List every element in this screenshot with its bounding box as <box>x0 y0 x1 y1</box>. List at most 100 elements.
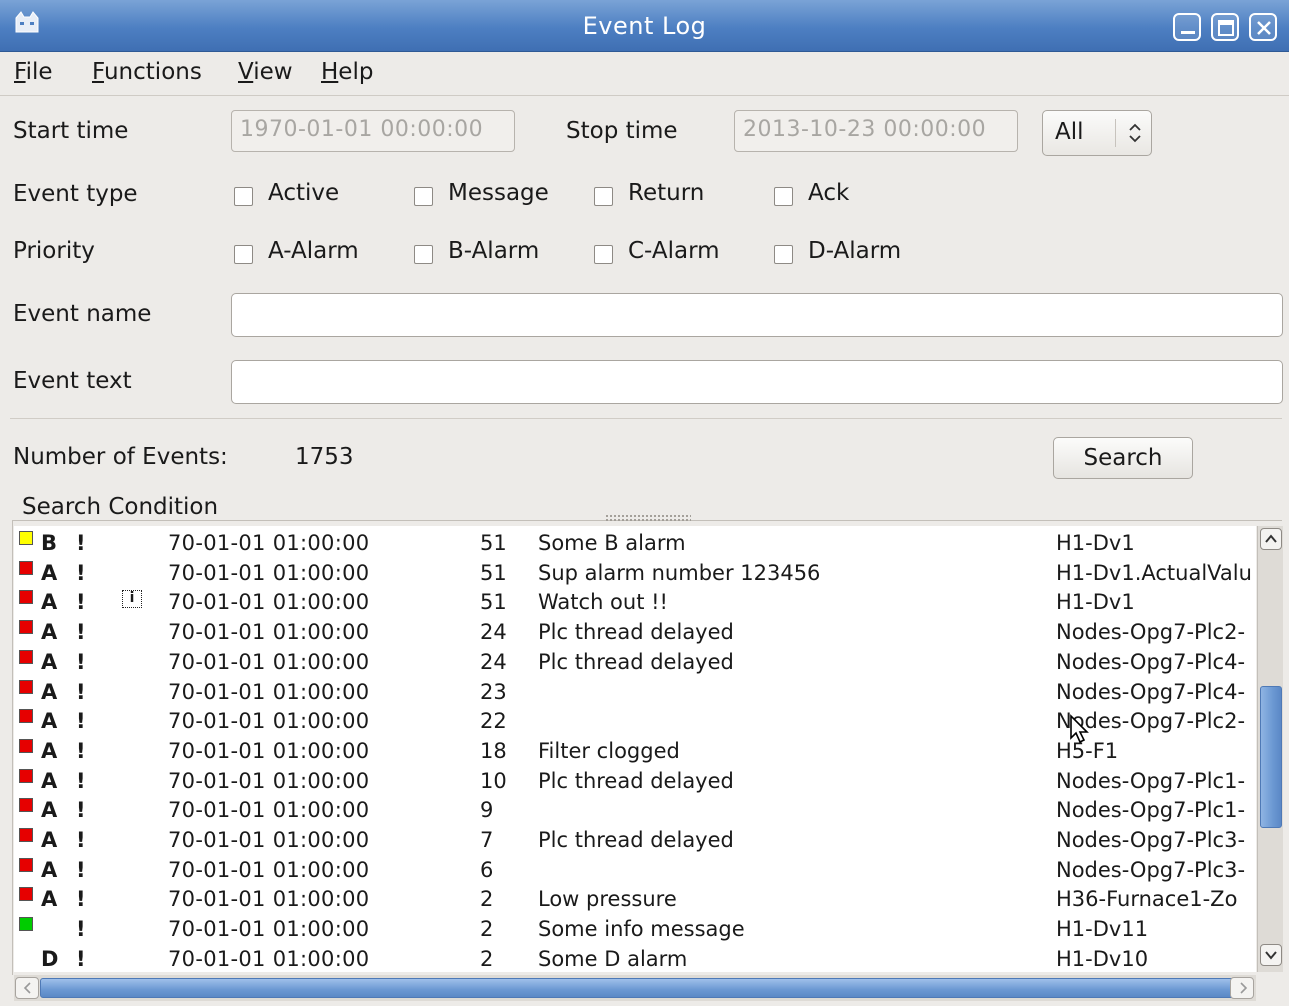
priority-color-square <box>19 857 33 872</box>
menu-functions[interactable]: Functions <box>92 59 202 85</box>
checkbox-box[interactable] <box>594 187 613 206</box>
scroll-down-button[interactable] <box>1260 944 1282 966</box>
event-name: Nodes-Opg7-Plc4- <box>1056 649 1246 674</box>
event-row[interactable]: A! 70-01-01 01:00:00 51 Watch out !! H1-Dv1 i <box>14 587 1256 617</box>
event-number: 24 <box>480 620 507 645</box>
event-number: 2 <box>480 917 494 942</box>
menu-file-mnemonic: F <box>14 59 26 85</box>
checkbox-box[interactable] <box>774 245 793 264</box>
event-time: 70-01-01 01:00:00 <box>168 828 370 852</box>
priority-letter: A <box>41 857 58 882</box>
checkbox-box[interactable] <box>774 187 793 206</box>
checkbox-box[interactable] <box>414 245 433 264</box>
priority-color-square <box>19 887 33 902</box>
event-row[interactable]: A! 70-01-01 01:00:00 10 Plc thread delayed N… <box>14 766 1256 796</box>
priority-color-square <box>19 738 33 753</box>
priority-color-square <box>19 590 33 605</box>
menu-view[interactable]: View <box>238 59 293 85</box>
menu-functions-label: unctions <box>103 59 202 85</box>
event-row[interactable]: A! 70-01-01 01:00:00 2 Low pressure H36-Furn… <box>14 884 1256 914</box>
event-text: Plc thread delayed <box>538 828 734 852</box>
horizontal-scroll-thumb[interactable] <box>40 978 1238 998</box>
event-name: H1-Dv10 <box>1056 946 1149 971</box>
title-bar[interactable]: Event Log <box>0 0 1289 52</box>
event-number: 23 <box>480 679 507 704</box>
event-count-value: 1753 <box>295 444 354 470</box>
checkbox-label: Message <box>448 180 549 206</box>
priority-letter: A <box>41 887 58 912</box>
chevron-left-icon <box>23 982 31 994</box>
scroll-left-button[interactable] <box>15 977 39 999</box>
time-range-select[interactable]: All <box>1042 110 1152 156</box>
event-row[interactable]: B! 70-01-01 01:00:00 51 Some B alarm H1-Dv1 <box>14 528 1256 558</box>
checkbox-box[interactable] <box>234 187 253 206</box>
priority-color-square <box>19 620 33 635</box>
event-number: 9 <box>480 798 494 823</box>
unacknowledged-flag: ! <box>76 679 86 704</box>
priority-letter: A <box>41 560 58 585</box>
event-text: Sup alarm number 123456 <box>538 560 821 585</box>
menu-help[interactable]: Help <box>321 59 373 85</box>
event-row[interactable]: A! 70-01-01 01:00:00 23 Nodes-Opg7-Plc4- <box>14 677 1256 707</box>
checkbox-box[interactable] <box>234 245 253 264</box>
event-name: Nodes-Opg7-Plc1- <box>1056 798 1246 823</box>
event-row[interactable]: ! 70-01-01 01:00:00 2 Some info message H1-D… <box>14 914 1256 944</box>
start-time-field[interactable]: 1970-01-01 00:00:00 <box>231 110 515 152</box>
scroll-right-button[interactable] <box>1230 977 1254 999</box>
info-icon: i <box>122 590 142 609</box>
stop-time-label: Stop time <box>566 118 678 144</box>
unacknowledged-flag: ! <box>76 560 86 585</box>
event-text: Plc thread delayed <box>538 649 734 674</box>
priority-letter: A <box>41 649 58 674</box>
unacknowledged-flag: ! <box>76 798 86 823</box>
event-row[interactable]: A! 70-01-01 01:00:00 6 Nodes-Opg7-Plc3- <box>14 855 1256 885</box>
unacknowledged-flag: ! <box>76 768 86 793</box>
menu-file-label: ile <box>25 59 53 85</box>
event-number: 18 <box>480 738 507 763</box>
event-row[interactable]: A! 70-01-01 01:00:00 9 Nodes-Opg7-Plc1- <box>14 795 1256 825</box>
event-text-label: Event text <box>13 368 132 394</box>
scroll-up-button[interactable] <box>1260 528 1282 550</box>
checkbox-box[interactable] <box>414 187 433 206</box>
event-time: 70-01-01 01:00:00 <box>168 560 370 585</box>
event-row[interactable]: A! 70-01-01 01:00:00 24 Plc thread delayed N… <box>14 647 1256 677</box>
event-time: 70-01-01 01:00:00 <box>168 887 370 912</box>
event-time: 70-01-01 01:00:00 <box>168 738 370 763</box>
event-row[interactable]: A! 70-01-01 01:00:00 7 Plc thread delayed No… <box>14 825 1256 855</box>
pane-resize-grip[interactable] <box>605 514 691 521</box>
checkbox-label: Active <box>268 180 340 206</box>
event-text-input[interactable] <box>231 360 1283 404</box>
checkbox-box[interactable] <box>594 245 613 264</box>
stop-time-field[interactable]: 2013-10-23 00:00:00 <box>734 110 1018 152</box>
event-row[interactable]: A! 70-01-01 01:00:00 51 Sup alarm number 12… <box>14 558 1256 588</box>
menu-file[interactable]: File <box>14 59 53 85</box>
priority-color-square <box>19 649 33 664</box>
event-row[interactable]: D! 70-01-01 01:00:00 2 Some D alarm H1-Dv10 <box>14 944 1256 972</box>
search-button[interactable]: Search <box>1053 437 1193 479</box>
minimize-icon <box>1181 31 1195 34</box>
event-log-window: Event Log File Functions View Help Start… <box>0 0 1289 1006</box>
vertical-scroll-thumb[interactable] <box>1260 686 1282 828</box>
minimize-button[interactable] <box>1173 13 1201 41</box>
close-button[interactable] <box>1249 13 1277 41</box>
priority-letter: A <box>41 679 58 704</box>
event-row[interactable]: A! 70-01-01 01:00:00 24 Plc thread delayed N… <box>14 617 1256 647</box>
event-time: 70-01-01 01:00:00 <box>168 679 370 704</box>
unacknowledged-flag: ! <box>76 946 86 971</box>
priority-color-square <box>19 560 33 575</box>
event-text: Filter clogged <box>538 738 680 763</box>
unacknowledged-flag: ! <box>76 857 86 882</box>
chevron-right-icon <box>1240 982 1248 994</box>
vertical-scrollbar[interactable] <box>1257 526 1283 972</box>
menu-functions-mnemonic: F <box>92 59 104 85</box>
event-number: 51 <box>480 590 507 615</box>
maximize-icon <box>1218 20 1234 36</box>
event-name-input[interactable] <box>231 293 1283 337</box>
maximize-button[interactable] <box>1211 13 1239 41</box>
priority-color-square <box>19 798 33 813</box>
horizontal-scrollbar[interactable] <box>14 975 1256 1001</box>
checkbox-label: C-Alarm <box>628 238 720 264</box>
event-time: 70-01-01 01:00:00 <box>168 709 370 734</box>
event-time: 70-01-01 01:00:00 <box>168 946 370 971</box>
priority-color-square <box>19 679 33 694</box>
